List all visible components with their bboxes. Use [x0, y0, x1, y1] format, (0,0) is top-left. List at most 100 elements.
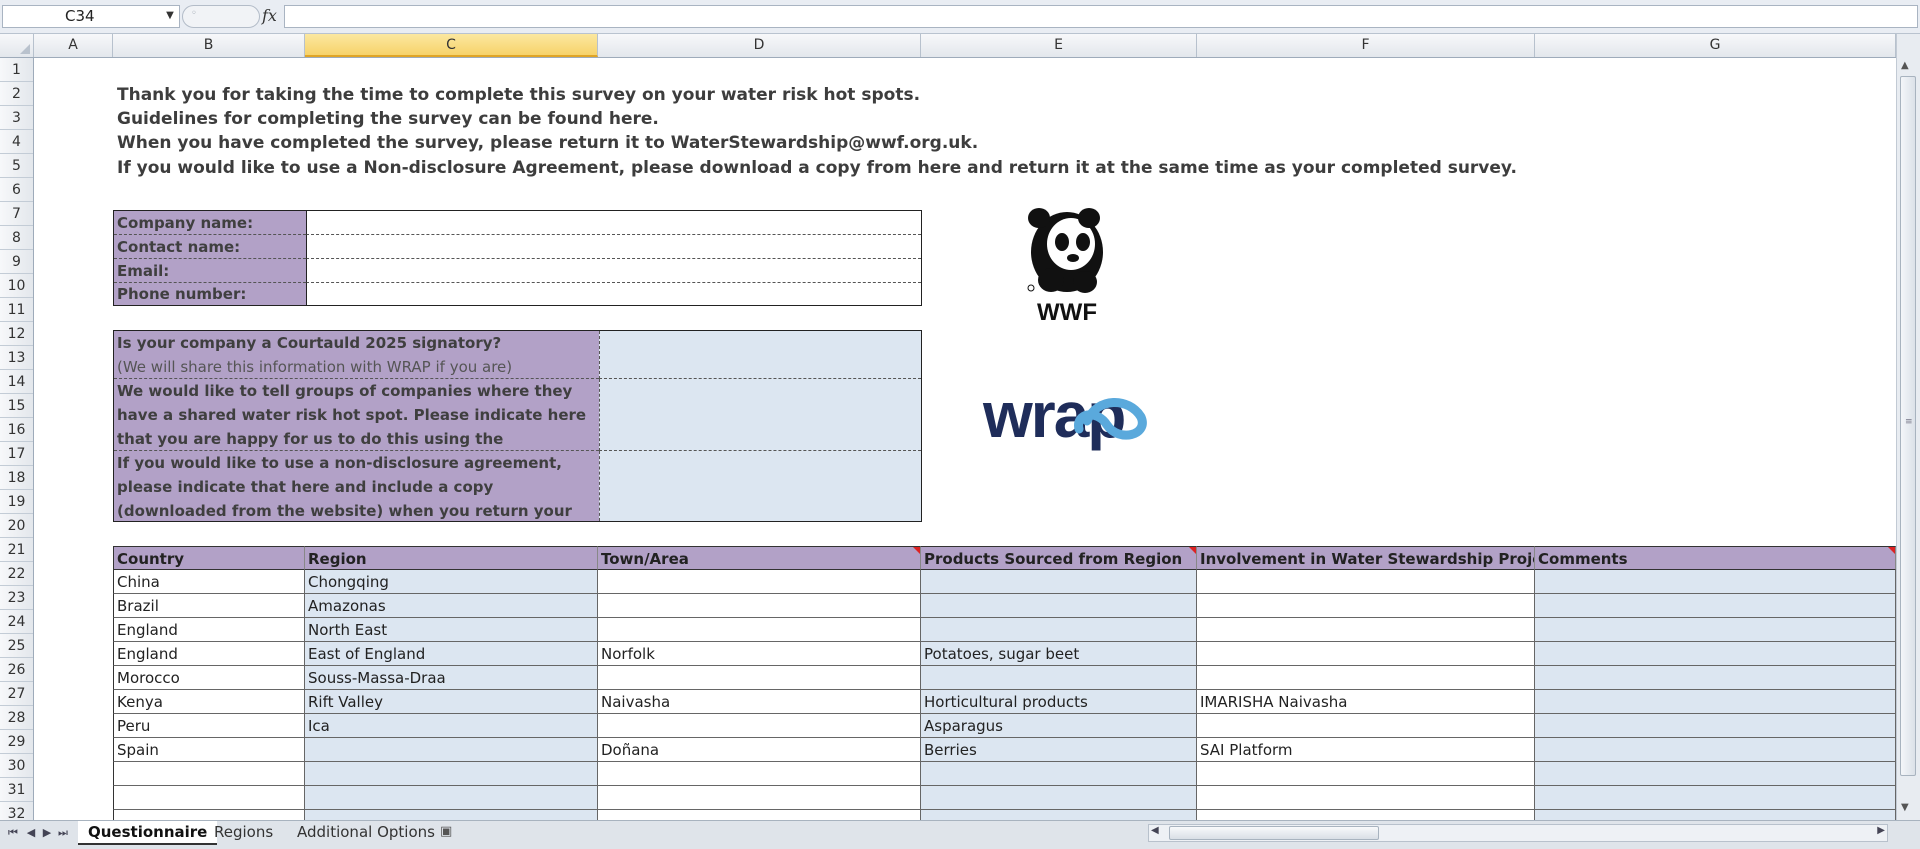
row-header-17[interactable]: 17: [0, 442, 33, 466]
table-cell[interactable]: [1535, 594, 1896, 618]
next-sheet-icon[interactable]: ▶: [40, 826, 54, 839]
row-header-9[interactable]: 9: [0, 250, 33, 274]
row-header-4[interactable]: 4: [0, 130, 33, 154]
row-header-15[interactable]: 15: [0, 394, 33, 418]
row-header-11[interactable]: 11: [0, 298, 33, 322]
table-cell[interactable]: [1197, 666, 1535, 690]
row-header-2[interactable]: 2: [0, 82, 33, 106]
table-cell[interactable]: [598, 594, 921, 618]
table-cell[interactable]: [921, 666, 1197, 690]
table-header-country[interactable]: Country: [113, 546, 305, 570]
row-header-19[interactable]: 19: [0, 490, 33, 514]
insert-sheet-icon[interactable]: ▣: [440, 824, 452, 839]
horizontal-scroll-thumb[interactable]: [1169, 826, 1379, 840]
column-header-b[interactable]: B: [113, 34, 305, 57]
nda-answer-field[interactable]: [599, 451, 921, 521]
row-header-18[interactable]: 18: [0, 466, 33, 490]
table-cell[interactable]: [1197, 714, 1535, 738]
table-cell[interactable]: [598, 666, 921, 690]
table-header-comments[interactable]: Comments: [1535, 546, 1896, 570]
table-cell[interactable]: [1535, 690, 1896, 714]
scroll-left-arrow-icon[interactable]: ◀: [1151, 825, 1159, 836]
row-header-14[interactable]: 14: [0, 370, 33, 394]
column-header-d[interactable]: D: [598, 34, 921, 57]
table-cell[interactable]: [598, 714, 921, 738]
insert-function-icon[interactable]: fx: [262, 5, 282, 28]
formula-input[interactable]: [284, 5, 1918, 28]
row-header-23[interactable]: 23: [0, 586, 33, 610]
table-cell[interactable]: [1197, 786, 1535, 810]
contact-name-field[interactable]: [306, 235, 921, 259]
table-cell[interactable]: Rift Valley: [305, 690, 598, 714]
row-header-13[interactable]: 13: [0, 346, 33, 370]
table-header-region[interactable]: Region: [305, 546, 598, 570]
intro-nda-link[interactable]: If you would like to use a Non-disclosur…: [117, 158, 1517, 178]
table-cell[interactable]: Doñana: [598, 738, 921, 762]
table-cell[interactable]: Kenya: [113, 690, 305, 714]
table-header-products-sourced-from-region[interactable]: Products Sourced from Region: [921, 546, 1197, 570]
table-cell[interactable]: [305, 786, 598, 810]
table-cell[interactable]: [113, 762, 305, 786]
table-cell[interactable]: [1197, 810, 1535, 820]
table-cell[interactable]: IMARISHA Naivasha: [1197, 690, 1535, 714]
select-all-button[interactable]: [0, 34, 34, 57]
horizontal-scrollbar[interactable]: ◀ ▶: [1148, 824, 1888, 842]
row-header-31[interactable]: 31: [0, 778, 33, 802]
table-cell[interactable]: England: [113, 642, 305, 666]
table-cell[interactable]: Asparagus: [921, 714, 1197, 738]
table-cell[interactable]: [1535, 786, 1896, 810]
row-header-29[interactable]: 29: [0, 730, 33, 754]
column-header-a[interactable]: A: [34, 34, 113, 57]
table-cell[interactable]: Chongqing: [305, 570, 598, 594]
table-cell[interactable]: North East: [305, 618, 598, 642]
table-header-town-area[interactable]: Town/Area: [598, 546, 921, 570]
row-header-32[interactable]: 32: [0, 802, 33, 820]
row-header-24[interactable]: 24: [0, 610, 33, 634]
table-cell[interactable]: East of England: [305, 642, 598, 666]
table-cell[interactable]: [1535, 714, 1896, 738]
table-cell[interactable]: Brazil: [113, 594, 305, 618]
share-hotspot-answer-field[interactable]: [599, 379, 921, 451]
table-cell[interactable]: [113, 786, 305, 810]
first-sheet-icon[interactable]: ⏮: [6, 826, 20, 840]
company-name-field[interactable]: [306, 211, 921, 235]
courtauld-answer-field[interactable]: [599, 331, 921, 379]
row-header-22[interactable]: 22: [0, 562, 33, 586]
table-cell[interactable]: China: [113, 570, 305, 594]
table-cell[interactable]: [921, 786, 1197, 810]
table-cell[interactable]: [1535, 762, 1896, 786]
row-header-26[interactable]: 26: [0, 658, 33, 682]
table-cell[interactable]: [598, 618, 921, 642]
table-cell[interactable]: Norfolk: [598, 642, 921, 666]
scroll-right-arrow-icon[interactable]: ▶: [1877, 825, 1885, 836]
row-header-5[interactable]: 5: [0, 154, 33, 178]
table-cell[interactable]: [305, 810, 598, 820]
previous-sheet-icon[interactable]: ◀: [24, 826, 38, 839]
column-header-f[interactable]: F: [1197, 34, 1535, 57]
row-header-27[interactable]: 27: [0, 682, 33, 706]
table-cell[interactable]: [1197, 570, 1535, 594]
row-header-10[interactable]: 10: [0, 274, 33, 298]
intro-guidelines-link[interactable]: Guidelines for completing the survey can…: [117, 109, 659, 129]
row-header-28[interactable]: 28: [0, 706, 33, 730]
row-header-3[interactable]: 3: [0, 106, 33, 130]
row-header-21[interactable]: 21: [0, 538, 33, 562]
vertical-scroll-thumb[interactable]: ≡: [1900, 76, 1916, 776]
table-cell[interactable]: [1197, 618, 1535, 642]
row-header-12[interactable]: 12: [0, 322, 33, 346]
row-header-8[interactable]: 8: [0, 226, 33, 250]
table-cell[interactable]: Ica: [305, 714, 598, 738]
table-cell[interactable]: [921, 618, 1197, 642]
scroll-down-arrow-icon[interactable]: ▼: [1901, 802, 1909, 813]
table-cell[interactable]: [1197, 642, 1535, 666]
row-header-1[interactable]: 1: [0, 58, 33, 82]
intro-return-email[interactable]: When you have completed the survey, plea…: [117, 133, 978, 153]
table-cell[interactable]: [1535, 618, 1896, 642]
name-box-dropdown-icon[interactable]: ▼: [162, 5, 178, 26]
table-cell[interactable]: Horticultural products: [921, 690, 1197, 714]
table-header-involvement-in-water-stewardship-projects[interactable]: Involvement in Water Stewardship Project…: [1197, 546, 1535, 570]
table-cell[interactable]: Berries: [921, 738, 1197, 762]
formula-expand-control[interactable]: ◦: [182, 5, 260, 28]
table-cell[interactable]: [1197, 762, 1535, 786]
table-cell[interactable]: Spain: [113, 738, 305, 762]
